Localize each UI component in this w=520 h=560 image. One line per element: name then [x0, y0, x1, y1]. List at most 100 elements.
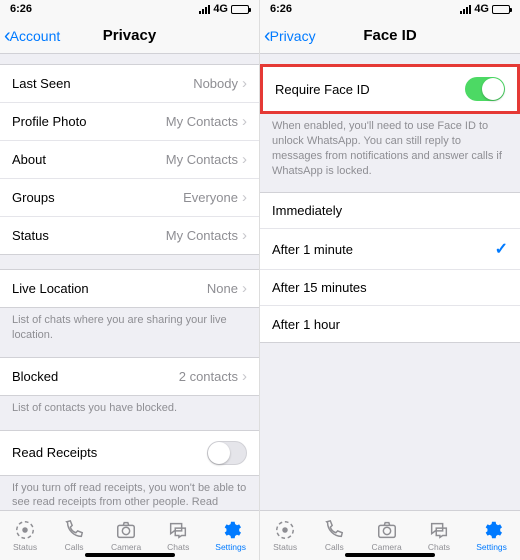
content: Last Seen Nobody› Profile Photo My Conta… [0, 54, 259, 510]
gear-icon [481, 519, 503, 541]
tab-label: Calls [65, 542, 84, 552]
tab-status[interactable]: Status [13, 519, 37, 552]
row-blocked[interactable]: Blocked 2 contacts› [0, 358, 259, 395]
tab-label: Camera [111, 542, 141, 552]
row-live-location[interactable]: Live Location None › [0, 270, 259, 307]
row-option-1-hour[interactable]: After 1 hour [260, 306, 520, 342]
tab-chats[interactable]: Chats [167, 519, 189, 552]
row-value: Everyone [183, 190, 238, 205]
chevron-right-icon: › [242, 189, 247, 206]
row-label: After 15 minutes [272, 280, 367, 295]
live-location-section: Live Location None › [0, 269, 259, 308]
row-about[interactable]: About My Contacts› [0, 141, 259, 179]
tab-calls[interactable]: Calls [63, 519, 85, 552]
row-require-face-id[interactable]: Require Face ID [263, 67, 517, 111]
tab-label: Settings [476, 542, 507, 552]
home-indicator[interactable] [85, 553, 175, 557]
face-id-screen: 6:26 4G ‹ Privacy Face ID Require Face I… [260, 0, 520, 560]
chevron-right-icon: › [242, 113, 247, 130]
require-face-id-section: Require Face ID [260, 64, 520, 114]
row-label: Profile Photo [12, 114, 86, 129]
read-receipts-footer: If you turn off read receipts, you won't… [0, 476, 259, 510]
tab-settings[interactable]: Settings [215, 519, 246, 552]
row-profile-photo[interactable]: Profile Photo My Contacts › [0, 103, 259, 141]
row-value: None [207, 281, 238, 296]
checkmark-icon: ✓ [495, 239, 508, 259]
row-value: My Contacts [166, 114, 238, 129]
status-icon [274, 519, 296, 541]
nav-bar: ‹ Account Privacy [0, 18, 259, 54]
status-icon [14, 519, 36, 541]
phone-icon [63, 519, 85, 541]
status-time: 6:26 [10, 3, 32, 15]
battery-icon [231, 5, 249, 14]
status-time: 6:26 [270, 3, 292, 15]
nav-bar: ‹ Privacy Face ID [260, 18, 520, 54]
row-option-15-minutes[interactable]: After 15 minutes [260, 270, 520, 306]
tab-label: Calls [325, 542, 344, 552]
row-label: Live Location [12, 281, 89, 296]
row-label: Groups [12, 190, 55, 205]
chevron-right-icon: › [242, 75, 247, 92]
row-status[interactable]: Status My Contacts › [0, 217, 259, 254]
tab-label: Status [13, 542, 37, 552]
blocked-section: Blocked 2 contacts› [0, 357, 259, 396]
status-network: 4G [474, 3, 489, 15]
status-network: 4G [213, 3, 228, 15]
privacy-screen: 6:26 4G ‹ Account Privacy Last Seen Nobo… [0, 0, 260, 560]
tab-chats[interactable]: Chats [428, 519, 450, 552]
tab-label: Camera [371, 542, 401, 552]
row-label: Status [12, 228, 49, 243]
status-bar: 6:26 4G [0, 0, 259, 18]
phone-icon [323, 519, 345, 541]
row-value: My Contacts [166, 152, 238, 167]
tab-label: Status [273, 542, 297, 552]
row-groups[interactable]: Groups Everyone › [0, 179, 259, 217]
row-option-immediately[interactable]: Immediately [260, 193, 520, 229]
page-title: Face ID [363, 27, 416, 44]
page-title: Privacy [103, 27, 156, 44]
row-label: After 1 minute [272, 242, 353, 257]
camera-icon [115, 519, 137, 541]
signal-icon [460, 5, 471, 14]
tab-settings[interactable]: Settings [476, 519, 507, 552]
chats-icon [167, 519, 189, 541]
chevron-right-icon: › [242, 227, 247, 244]
camera-icon [376, 519, 398, 541]
row-last-seen[interactable]: Last Seen Nobody› [0, 65, 259, 103]
row-value: My Contacts [166, 228, 238, 243]
read-receipts-section: Read Receipts [0, 430, 259, 476]
require-face-id-toggle[interactable] [465, 77, 505, 101]
signal-icon [199, 5, 210, 14]
require-face-id-footer: When enabled, you'll need to use Face ID… [260, 114, 520, 178]
tab-label: Chats [428, 542, 450, 552]
back-label: Account [10, 28, 61, 44]
tab-calls[interactable]: Calls [323, 519, 345, 552]
row-label: About [12, 152, 46, 167]
row-value: 2 contacts [179, 369, 238, 384]
live-location-footer: List of chats where you are sharing your… [0, 308, 259, 343]
chevron-right-icon: › [242, 280, 247, 297]
blocked-footer: List of contacts you have blocked. [0, 396, 259, 416]
row-label: Last Seen [12, 76, 71, 91]
battery-icon [492, 5, 510, 14]
row-read-receipts[interactable]: Read Receipts [0, 431, 259, 475]
tab-camera[interactable]: Camera [371, 519, 401, 552]
privacy-section-1: Last Seen Nobody› Profile Photo My Conta… [0, 64, 259, 255]
back-button[interactable]: ‹ Privacy [264, 26, 316, 46]
read-receipts-toggle[interactable] [207, 441, 247, 465]
back-button[interactable]: ‹ Account [4, 26, 60, 46]
content: Require Face ID When enabled, you'll nee… [260, 54, 520, 510]
chats-icon [428, 519, 450, 541]
delay-options-section: Immediately After 1 minute ✓ After 15 mi… [260, 192, 520, 343]
home-indicator[interactable] [345, 553, 435, 557]
row-label: After 1 hour [272, 317, 340, 332]
tab-status[interactable]: Status [273, 519, 297, 552]
row-label: Read Receipts [12, 445, 97, 460]
status-bar: 6:26 4G [260, 0, 520, 18]
tab-label: Chats [167, 542, 189, 552]
row-label: Require Face ID [275, 82, 370, 97]
row-label: Blocked [12, 369, 58, 384]
tab-camera[interactable]: Camera [111, 519, 141, 552]
row-option-1-minute[interactable]: After 1 minute ✓ [260, 229, 520, 270]
